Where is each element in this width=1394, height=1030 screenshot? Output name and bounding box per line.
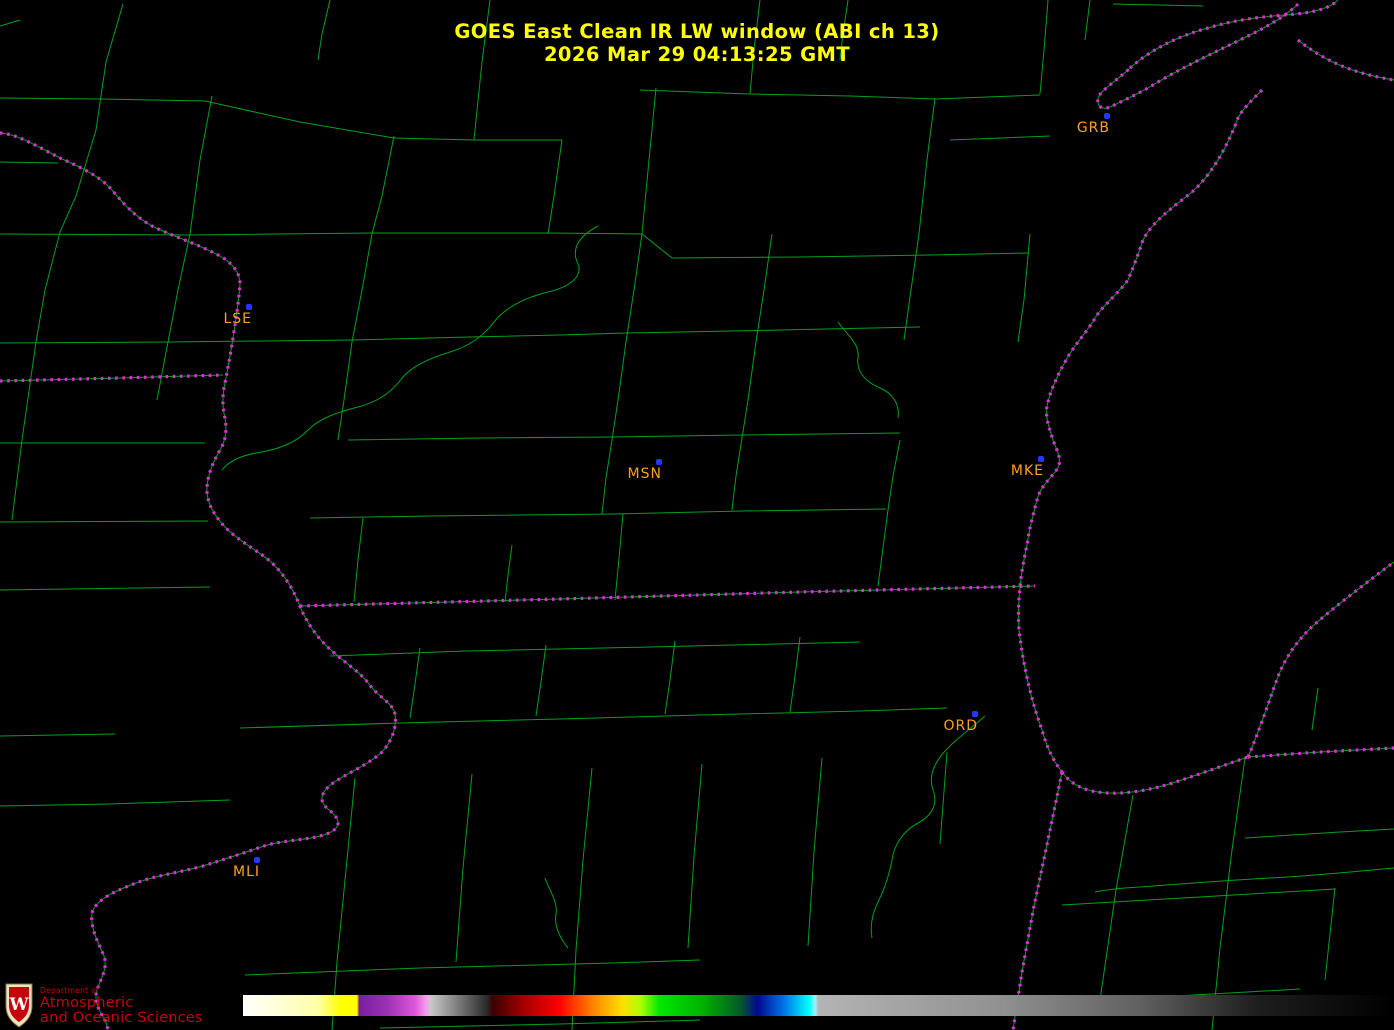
title-line-1: GOES East Clean IR LW window (ABI ch 13) bbox=[454, 20, 940, 43]
station-dot-icon bbox=[656, 459, 662, 465]
station-label: ORD bbox=[943, 718, 978, 734]
station-dot-icon bbox=[972, 711, 978, 717]
uw-crest-icon: W bbox=[5, 983, 33, 1028]
logo-dept-label: Department of bbox=[40, 986, 99, 995]
station-label: GRB bbox=[1076, 120, 1110, 136]
county-lines-vertical bbox=[11, 0, 1336, 1030]
station-dot-icon bbox=[254, 857, 260, 863]
satellite-image-viewer: GOES East Clean IR LW window (ABI ch 13)… bbox=[0, 0, 1394, 1030]
county-lines-horizontal bbox=[0, 3, 1394, 1029]
river-lines bbox=[221, 225, 1394, 949]
temperature-colorbar bbox=[243, 995, 1394, 1016]
state-border-dots bbox=[0, 0, 1394, 1030]
station-label: MKE bbox=[1010, 463, 1044, 479]
logo-text: Department of Atmospheric and Oceanic Sc… bbox=[40, 986, 203, 1026]
image-title: GOES East Clean IR LW window (ABI ch 13)… bbox=[0, 20, 1394, 66]
station-label: MLI bbox=[232, 864, 260, 880]
crest-monogram: W bbox=[8, 995, 29, 1015]
state-border-underlay bbox=[0, 0, 1394, 1030]
logo-line-1: Atmospheric bbox=[40, 995, 134, 1011]
map-overlay bbox=[0, 0, 1394, 1030]
station-dot-icon bbox=[1038, 456, 1044, 462]
station-dot-icon bbox=[246, 304, 252, 310]
station-label: MSN bbox=[627, 466, 662, 482]
uw-aos-logo: W Department of Atmospheric and Oceanic … bbox=[5, 983, 203, 1029]
logo-line-2: and Oceanic Sciences bbox=[40, 1010, 203, 1026]
title-line-2: 2026 Mar 29 04:13:25 GMT bbox=[543, 43, 851, 66]
station-dot-icon bbox=[1104, 113, 1110, 119]
station-label: LSE bbox=[223, 311, 252, 327]
